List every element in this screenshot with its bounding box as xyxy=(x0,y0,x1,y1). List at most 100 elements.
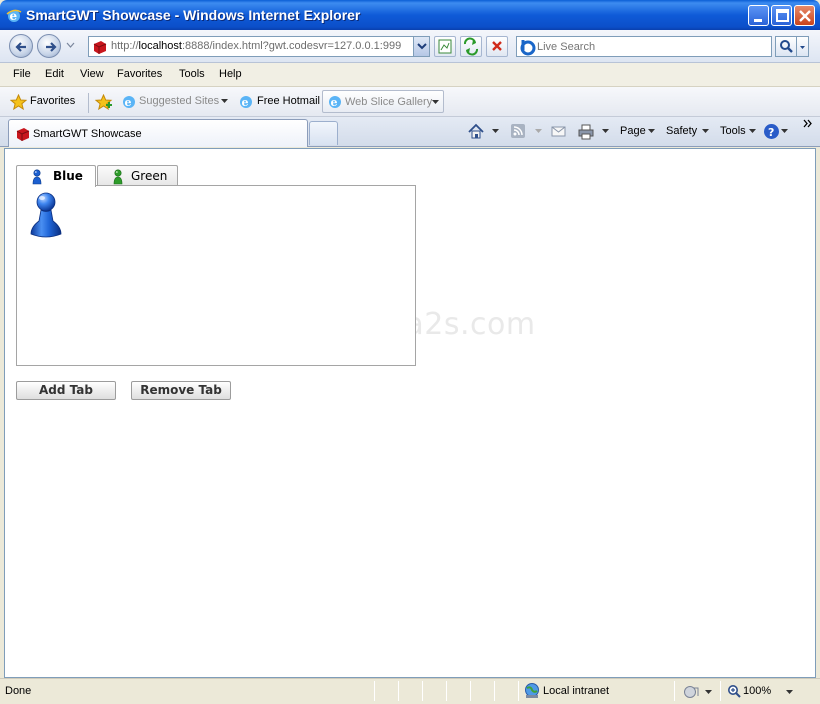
url-rest: :8888/index.html?gwt.codesvr=127.0.0.1:9… xyxy=(181,40,402,52)
chevron-down-icon[interactable] xyxy=(221,99,228,104)
window-titlebar[interactable]: e SmartGWT Showcase - Windows Internet E… xyxy=(0,0,820,30)
maximize-icon xyxy=(776,9,789,22)
tab-pane xyxy=(16,185,416,366)
menu-bar: File Edit View Favorites Tools Help xyxy=(0,63,820,87)
free-hotmail-link[interactable]: Free Hotmail xyxy=(257,95,320,107)
chevron-down-icon xyxy=(417,43,427,50)
tab-green[interactable]: Green xyxy=(97,165,178,186)
chevron-down-icon xyxy=(800,46,805,49)
person-blue-icon xyxy=(32,169,42,185)
gwt-favicon-icon xyxy=(16,128,30,141)
search-button[interactable] xyxy=(775,36,797,57)
home-icon[interactable] xyxy=(467,123,485,140)
menu-file[interactable]: File xyxy=(13,68,31,80)
arrow-left-icon xyxy=(15,42,26,52)
live-search-logo-icon xyxy=(520,40,536,56)
chevrons-right-icon[interactable] xyxy=(803,119,813,128)
close-button[interactable] xyxy=(794,5,815,26)
status-divider xyxy=(470,681,471,701)
chevron-down-icon[interactable] xyxy=(492,129,499,134)
chevron-down-icon[interactable] xyxy=(648,129,655,134)
address-input[interactable]: http://localhost:8888/index.html?gwt.cod… xyxy=(88,36,430,57)
search-input[interactable] xyxy=(537,39,767,54)
svg-text:e: e xyxy=(242,96,249,109)
chevron-down-icon xyxy=(432,100,439,104)
gwt-favicon-icon xyxy=(93,41,107,54)
compatibility-view-button[interactable] xyxy=(434,36,456,57)
security-zone[interactable]: Local intranet xyxy=(543,685,609,697)
stop-icon xyxy=(492,41,502,51)
chevron-down-icon[interactable] xyxy=(705,690,712,695)
zoom-magnifier-icon[interactable] xyxy=(727,684,741,698)
search-field[interactable] xyxy=(516,36,772,57)
chevron-down-icon[interactable] xyxy=(749,129,756,134)
ie-page-icon: e xyxy=(240,96,252,109)
search-options-button[interactable] xyxy=(797,36,809,57)
favorites-button[interactable]: Favorites xyxy=(30,95,75,107)
page-menu-button[interactable]: Page xyxy=(620,125,646,137)
url-prefix: http:// xyxy=(111,40,139,52)
tab-green-label: Green xyxy=(131,169,168,183)
ie-page-icon: e xyxy=(123,96,135,109)
protected-mode-icon[interactable] xyxy=(683,684,701,700)
menu-edit[interactable]: Edit xyxy=(45,68,64,80)
rss-feed-icon[interactable] xyxy=(510,123,526,139)
refresh-button[interactable] xyxy=(460,36,482,57)
add-tab-button[interactable]: Add Tab xyxy=(16,381,116,400)
menu-favorites[interactable]: Favorites xyxy=(117,68,162,80)
safety-menu-button[interactable]: Safety xyxy=(666,125,697,137)
maximize-button[interactable] xyxy=(771,5,792,26)
web-slice-gallery-label: Web Slice Gallery xyxy=(345,96,433,108)
svg-text:e: e xyxy=(125,96,132,109)
status-divider xyxy=(518,681,519,701)
chevron-down-icon[interactable] xyxy=(535,129,542,134)
status-divider xyxy=(398,681,399,701)
tab-blue-label: Blue xyxy=(53,169,83,183)
chevron-down-icon[interactable] xyxy=(781,129,788,134)
zoom-level[interactable]: 100% xyxy=(743,685,771,697)
ie-page-icon: e xyxy=(329,96,341,109)
print-icon[interactable] xyxy=(577,123,595,140)
refresh-icon xyxy=(464,37,478,56)
ie-logo-icon: e xyxy=(6,9,22,23)
chevron-down-icon[interactable] xyxy=(786,690,793,695)
mail-icon[interactable] xyxy=(550,123,567,139)
magnifier-icon xyxy=(780,40,793,53)
toolbar-separator xyxy=(88,93,89,113)
remove-tab-button[interactable]: Remove Tab xyxy=(131,381,231,400)
suggested-sites-link[interactable]: Suggested Sites xyxy=(139,95,219,107)
svg-text:?: ? xyxy=(768,126,774,139)
forward-button[interactable] xyxy=(37,34,61,58)
menu-help[interactable]: Help xyxy=(219,68,242,80)
chevron-down-icon[interactable] xyxy=(602,129,609,134)
add-favorite-icon[interactable] xyxy=(95,94,113,110)
menu-view[interactable]: View xyxy=(80,68,104,80)
tools-menu-button[interactable]: Tools xyxy=(720,125,746,137)
back-button[interactable] xyxy=(9,34,33,58)
status-divider xyxy=(422,681,423,701)
browser-tab-label: SmartGWT Showcase xyxy=(33,128,142,140)
browser-tab-smartgwt[interactable]: SmartGWT Showcase xyxy=(8,119,308,147)
close-icon xyxy=(799,10,811,22)
help-icon[interactable]: ? xyxy=(763,123,780,140)
status-divider xyxy=(446,681,447,701)
person-green-icon xyxy=(113,169,123,185)
page-content: www.java2s.com Blue Green xyxy=(4,148,816,678)
menu-tools[interactable]: Tools xyxy=(179,68,205,80)
tab-blue[interactable]: Blue xyxy=(16,165,96,187)
status-divider xyxy=(720,681,721,701)
browser-tab-row: SmartGWT Showcase Page Safety Tools ? xyxy=(0,117,820,147)
status-divider xyxy=(674,681,675,701)
web-slice-gallery-button[interactable]: e Web Slice Gallery xyxy=(322,90,444,113)
stop-button[interactable] xyxy=(486,36,508,57)
new-tab-button[interactable] xyxy=(309,121,338,145)
status-text: Done xyxy=(5,685,32,697)
chevron-down-icon[interactable] xyxy=(702,129,709,134)
status-divider xyxy=(374,681,375,701)
recent-pages-chevron-icon[interactable] xyxy=(66,42,75,48)
minimize-button[interactable] xyxy=(748,5,769,26)
compatibility-icon xyxy=(438,39,452,54)
svg-text:e: e xyxy=(331,96,338,109)
local-intranet-globe-icon xyxy=(525,683,539,698)
address-dropdown-button[interactable] xyxy=(413,37,429,56)
